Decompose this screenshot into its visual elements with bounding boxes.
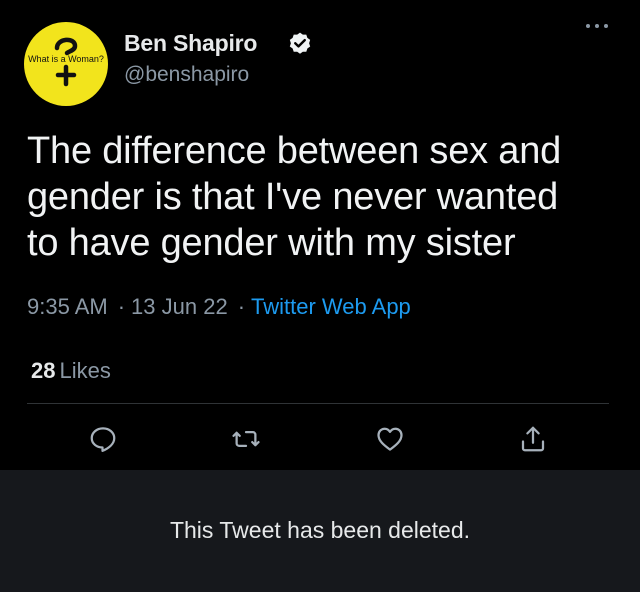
likes-stat[interactable]: 28 Likes (31, 358, 111, 384)
separator-dot: · (237, 294, 246, 319)
author-handle[interactable]: @benshapiro (124, 63, 249, 87)
likes-count: 28 (31, 358, 56, 383)
reply-icon[interactable] (88, 424, 118, 454)
separator-dot: · (117, 294, 126, 319)
retweet-icon[interactable] (231, 424, 261, 454)
tweet-text-line: The difference between sex and (27, 130, 562, 172)
tweet-metadata: 9:35 AM · 13 Jun 22 · Twitter Web App (27, 294, 411, 320)
tweet-text: The difference between sex and gender is… (27, 128, 617, 266)
deleted-tweet-message: This Tweet has been deleted. (169, 517, 471, 543)
tweet-time[interactable]: 9:35 AM (27, 294, 108, 319)
more-options-icon[interactable] (582, 18, 612, 34)
author-name[interactable]: Ben Shapiro (124, 30, 257, 57)
tweet-date[interactable]: 13 Jun 22 (131, 294, 228, 319)
divider (27, 403, 609, 404)
verified-badge-icon (289, 32, 311, 54)
avatar[interactable]: What is a Woman? (24, 22, 108, 106)
like-icon[interactable] (375, 424, 405, 454)
deleted-tweet-banner: This Tweet has been deleted. (0, 470, 640, 592)
likes-label: Likes (59, 358, 111, 383)
share-icon[interactable] (518, 424, 548, 454)
tweet-card: What is a Woman? Ben Shapiro @benshapiro… (0, 0, 640, 470)
tweet-source-link[interactable]: Twitter Web App (251, 294, 411, 319)
tweet-text-line: to have gender with my sister (27, 222, 516, 264)
tweet-text-line: gender is that I've never wanted (27, 176, 559, 218)
avatar-caption: What is a Woman? (28, 54, 104, 64)
